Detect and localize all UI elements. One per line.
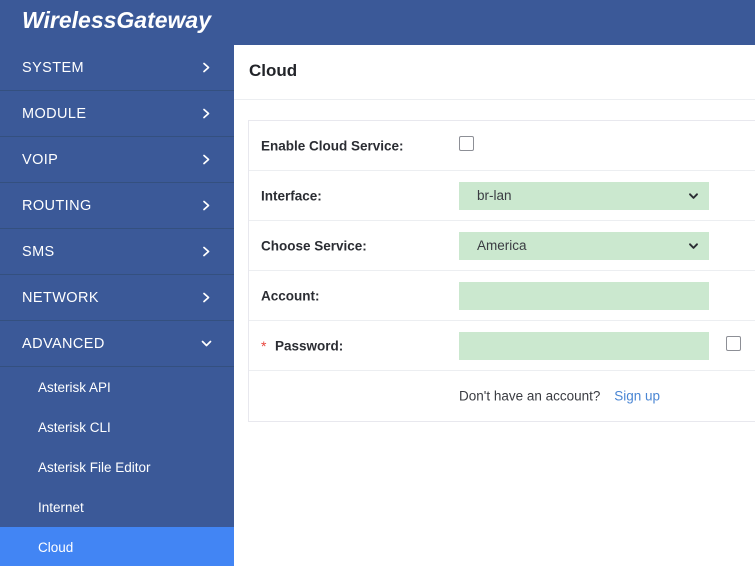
interface-field: br-lan bbox=[459, 181, 709, 210]
chevron-right-icon bbox=[201, 108, 212, 119]
sidebar-item-label: MODULE bbox=[22, 105, 87, 122]
main-content: Cloud Enable Cloud Service: Interface: b… bbox=[234, 45, 755, 566]
page-title: Cloud bbox=[249, 61, 298, 80]
form-row-signup: Don't have an account? Sign up bbox=[249, 371, 755, 421]
password-label: Password: bbox=[275, 338, 344, 353]
chevron-down-icon bbox=[688, 190, 699, 201]
sidebar-item-cloud[interactable]: Cloud bbox=[0, 527, 234, 566]
sidebar-item-label: VOIP bbox=[22, 151, 59, 168]
sidebar-item-label: SMS bbox=[22, 243, 55, 260]
form-row-interface: Interface: br-lan bbox=[249, 171, 755, 221]
sidebar-item-routing[interactable]: ROUTING bbox=[0, 183, 234, 229]
chevron-right-icon bbox=[201, 246, 212, 257]
interface-select[interactable]: br-lan bbox=[459, 181, 709, 210]
sidebar-item-label: SYSTEM bbox=[22, 59, 85, 76]
account-input[interactable] bbox=[459, 281, 709, 310]
sidebar-item-asterisk-cli[interactable]: Asterisk CLI bbox=[0, 407, 234, 447]
chevron-right-icon bbox=[201, 154, 212, 165]
chevron-right-icon bbox=[201, 62, 212, 73]
sidebar-item-label: ADVANCED bbox=[22, 335, 105, 352]
form-row-password: * Password: bbox=[249, 321, 755, 371]
choose-service-select[interactable]: America bbox=[459, 231, 709, 260]
chevron-right-icon bbox=[201, 200, 212, 211]
page-header: Cloud bbox=[234, 45, 755, 100]
account-label: Account: bbox=[261, 288, 320, 303]
enable-cloud-service-field bbox=[459, 135, 474, 156]
signup-prompt-wrapper: Don't have an account? Sign up bbox=[459, 389, 660, 404]
app-window: WirelessGateway SYSTEM MODULE VOIP ROUTI… bbox=[0, 0, 755, 566]
show-password-toggle-wrapper bbox=[726, 335, 741, 356]
enable-cloud-service-checkbox[interactable] bbox=[459, 135, 474, 151]
cloud-settings-form: Enable Cloud Service: Interface: br-lan bbox=[248, 120, 755, 422]
sidebar-subitem-label: Asterisk CLI bbox=[38, 419, 111, 435]
interface-select-value: br-lan bbox=[477, 188, 512, 203]
show-password-checkbox[interactable] bbox=[726, 335, 741, 351]
enable-cloud-service-label: Enable Cloud Service: bbox=[261, 138, 404, 153]
interface-label: Interface: bbox=[261, 188, 322, 203]
sidebar-item-module[interactable]: MODULE bbox=[0, 91, 234, 137]
password-input[interactable] bbox=[459, 331, 709, 360]
brand-header: WirelessGateway bbox=[0, 0, 755, 45]
chevron-right-icon bbox=[201, 292, 212, 303]
sidebar-item-asterisk-api[interactable]: Asterisk API bbox=[0, 367, 234, 407]
sidebar-item-asterisk-file-editor[interactable]: Asterisk File Editor bbox=[0, 447, 234, 487]
sidebar-subitem-label: Asterisk API bbox=[38, 379, 111, 395]
sidebar-item-sms[interactable]: SMS bbox=[0, 229, 234, 275]
chevron-down-icon bbox=[688, 240, 699, 251]
account-field bbox=[459, 281, 709, 310]
sidebar-item-voip[interactable]: VOIP bbox=[0, 137, 234, 183]
sidebar-item-advanced[interactable]: ADVANCED bbox=[0, 321, 234, 367]
sidebar-subitem-label: Internet bbox=[38, 499, 84, 515]
sidebar-item-label: NETWORK bbox=[22, 289, 99, 306]
password-required-marker: * bbox=[261, 337, 267, 354]
choose-service-label: Choose Service: bbox=[261, 238, 367, 253]
password-field bbox=[459, 331, 709, 360]
brand-title: WirelessGateway bbox=[22, 7, 212, 33]
sign-up-link[interactable]: Sign up bbox=[614, 389, 660, 404]
form-row-account: Account: bbox=[249, 271, 755, 321]
sidebar-item-label: ROUTING bbox=[22, 197, 92, 214]
choose-service-select-value: America bbox=[477, 238, 527, 253]
sidebar-subitem-label: Asterisk File Editor bbox=[38, 459, 151, 475]
chevron-down-icon bbox=[201, 338, 212, 349]
sidebar-item-network[interactable]: NETWORK bbox=[0, 275, 234, 321]
form-row-choose-service: Choose Service: America bbox=[249, 221, 755, 271]
choose-service-field: America bbox=[459, 231, 709, 260]
sidebar-navigation: SYSTEM MODULE VOIP ROUTING SMS NETWORK A… bbox=[0, 45, 234, 566]
form-row-enable-cloud-service: Enable Cloud Service: bbox=[249, 121, 755, 171]
sidebar-subitem-label: Cloud bbox=[38, 539, 74, 555]
sidebar-item-internet[interactable]: Internet bbox=[0, 487, 234, 527]
sidebar-item-system[interactable]: SYSTEM bbox=[0, 45, 234, 91]
signup-prompt-text: Don't have an account? bbox=[459, 388, 601, 404]
